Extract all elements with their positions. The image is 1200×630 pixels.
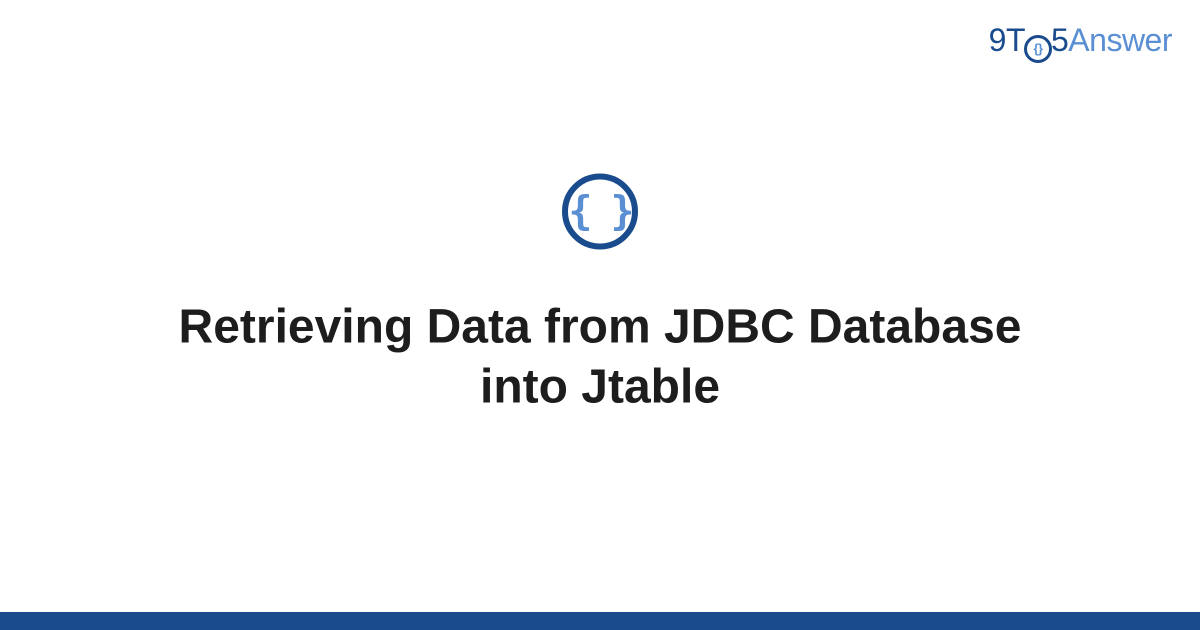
site-logo: 9T {} 5Answer (989, 22, 1172, 61)
logo-text-5: 5 (1051, 22, 1068, 58)
page-title: Retrieving Data from JDBC Database into … (150, 297, 1050, 417)
main-content: { } Retrieving Data from JDBC Database i… (0, 173, 1200, 417)
logo-text-9t: 9T (989, 22, 1025, 58)
category-icon-circle: { } (562, 173, 638, 249)
footer-accent-bar (0, 612, 1200, 630)
code-braces-icon: { } (568, 191, 631, 231)
logo-text-answer: Answer (1068, 22, 1172, 58)
logo-clock-icon: {} (1024, 35, 1052, 63)
logo-clock-inner: {} (1033, 42, 1042, 55)
